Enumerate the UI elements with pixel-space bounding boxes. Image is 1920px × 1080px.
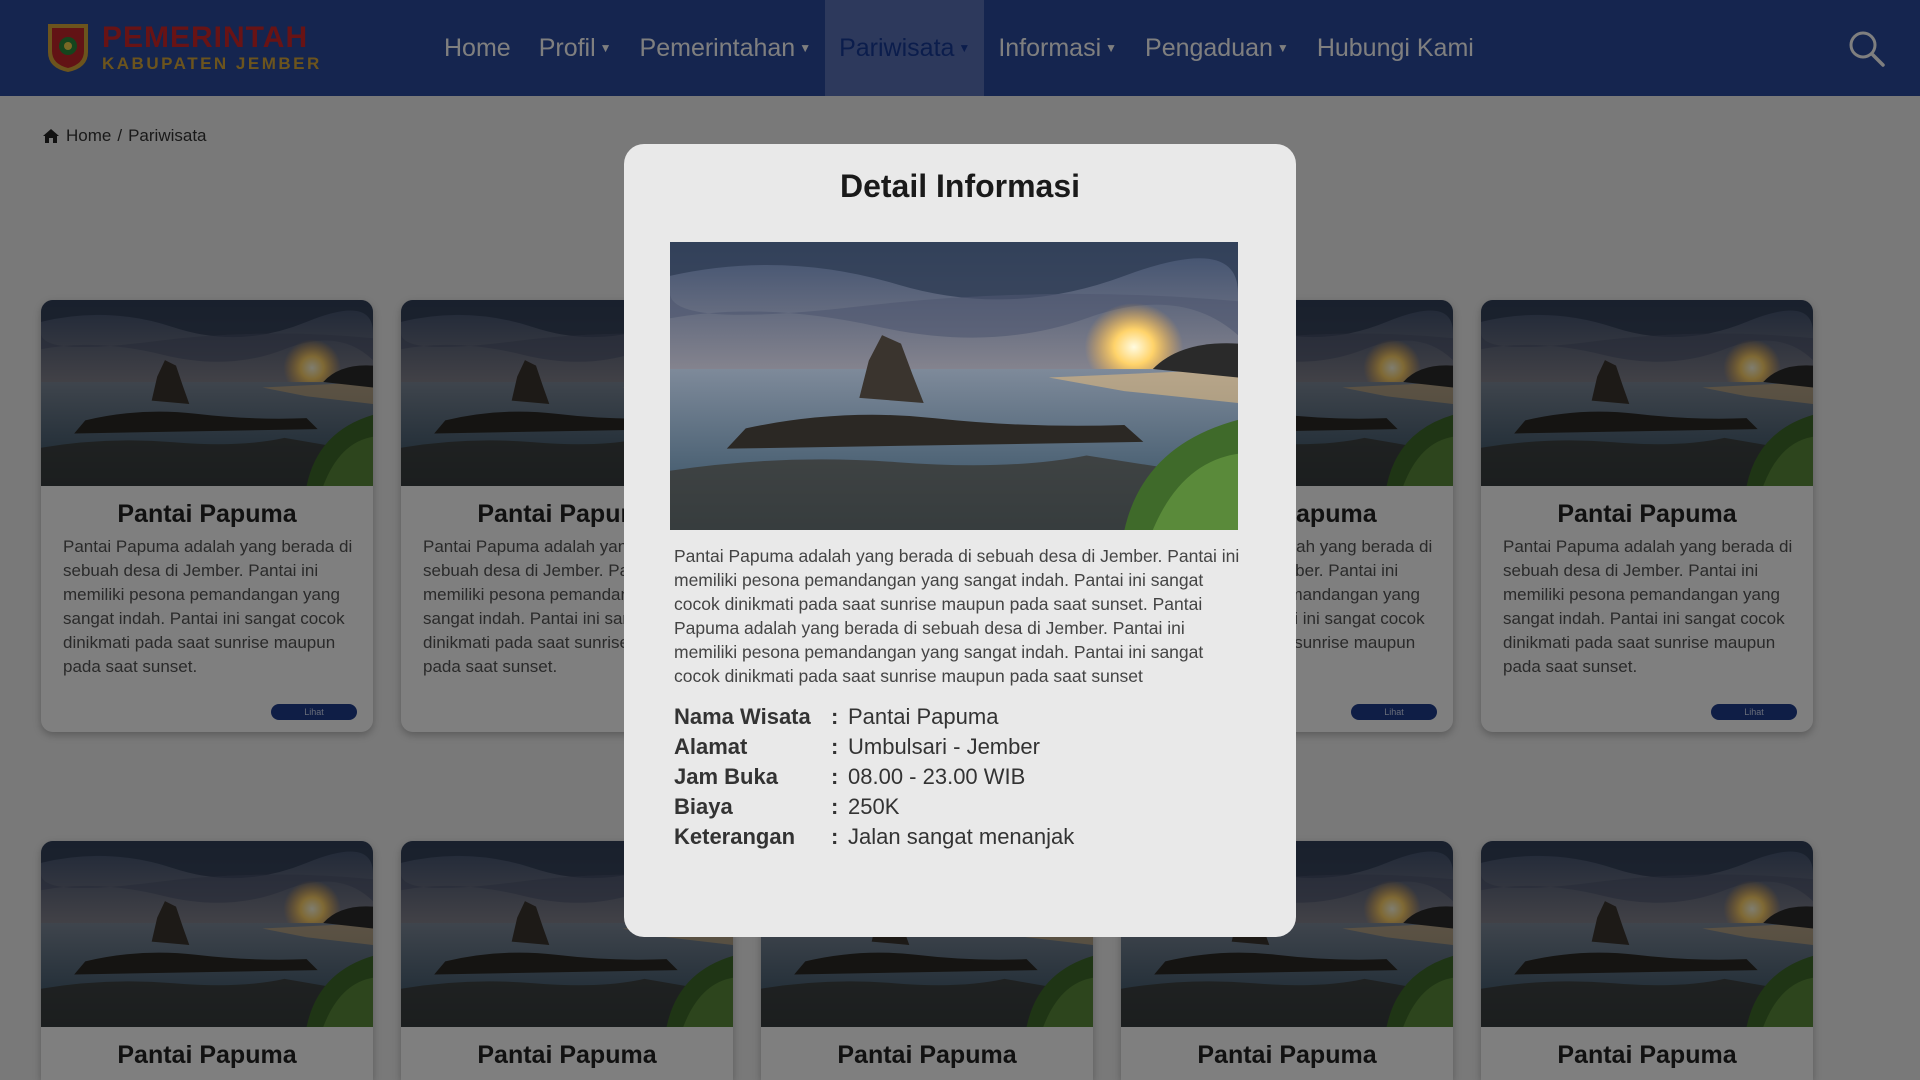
- info-colon: :: [831, 704, 839, 729]
- detail-modal: Detail Informasi Pantai Papuma adalah ya…: [624, 144, 1296, 937]
- info-row-nama-wisata: Nama Wisata : Pantai Papuma: [674, 702, 1074, 732]
- info-row-biaya: Biaya : 250K: [674, 792, 1074, 822]
- info-label: Alamat: [674, 734, 748, 759]
- info-table: Nama Wisata : Pantai Papuma Alamat : Umb…: [674, 702, 1074, 852]
- info-value: Jalan sangat menanjak: [848, 824, 1075, 849]
- info-colon: :: [831, 764, 839, 789]
- info-label: Nama Wisata: [674, 704, 811, 729]
- info-value: 08.00 - 23.00 WIB: [848, 764, 1026, 789]
- info-value: Pantai Papuma: [848, 704, 999, 729]
- info-value: Umbulsari - Jember: [848, 734, 1040, 759]
- modal-title: Detail Informasi: [839, 168, 1081, 204]
- info-label: Biaya: [674, 794, 733, 819]
- info-label: Jam Buka: [674, 764, 778, 789]
- info-colon: :: [831, 794, 839, 819]
- info-value: 250K: [848, 794, 900, 819]
- modal-description: Pantai Papuma adalah yang berada di sebu…: [674, 546, 1240, 686]
- info-colon: :: [831, 824, 839, 849]
- info-row-jam-buka: Jam Buka : 08.00 - 23.00 WIB: [674, 762, 1074, 792]
- info-row-keterangan: Keterangan : Jalan sangat menanjak: [674, 822, 1074, 852]
- modal-image: [670, 242, 1238, 530]
- info-colon: :: [831, 734, 839, 759]
- info-label: Keterangan: [674, 824, 796, 849]
- info-row-alamat: Alamat : Umbulsari - Jember: [674, 732, 1074, 762]
